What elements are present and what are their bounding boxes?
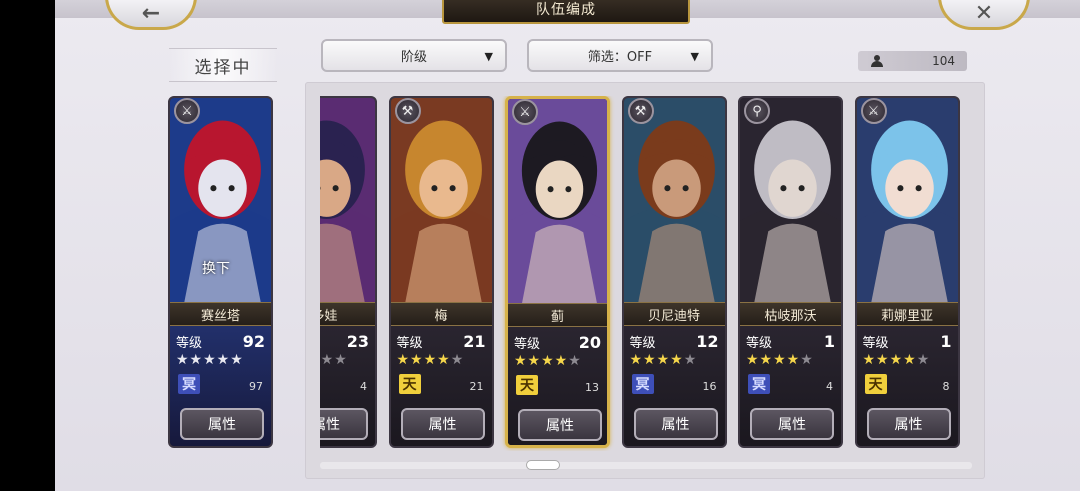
star-rating: ★★★★★: [514, 353, 582, 369]
star-rating: ★★★★★: [396, 352, 465, 368]
dropdown-arrow-icon: ▼: [690, 50, 699, 63]
character-portrait: [390, 98, 492, 303]
attribute-button[interactable]: 属性: [320, 408, 368, 440]
level-value: 1: [823, 332, 835, 351]
character-info: 等级 12 ★★★★★ 冥 16 属性: [623, 326, 725, 446]
character-name: 赛丝塔: [170, 302, 271, 326]
character-list[interactable]: 多娃级23★★★★★4属性⚒梅等级21★★★★★天21属性⚔蓟等级20★★★★★…: [320, 96, 975, 451]
swap-out-label: 换下: [202, 261, 230, 277]
character-portrait: [740, 98, 841, 303]
character-name: 蓟: [508, 303, 607, 327]
weapon-icon: ⚔: [512, 99, 538, 125]
unit-count: 104: [932, 54, 955, 68]
scrollbar-thumb[interactable]: [526, 460, 560, 470]
level-label: 等级: [396, 336, 423, 351]
back-button[interactable]: ←: [105, 0, 197, 30]
sub-value: 4: [360, 380, 367, 393]
current-member-card[interactable]: ⚔ 换下 赛丝塔 等级 92 ★★★★★ 冥 97 属性: [168, 96, 273, 448]
character-name: 枯岐那沃: [740, 302, 841, 326]
class-badge: 天: [516, 375, 538, 395]
character-name: 贝尼迪特: [623, 302, 725, 326]
character-info: 等级 21 ★★★★★ 天 21 属性: [390, 326, 492, 446]
star-rating: ★★★★★: [320, 352, 348, 368]
sub-value: 4: [826, 380, 833, 393]
weapon-icon: ⚔: [860, 98, 887, 124]
class-badge: 冥: [748, 374, 770, 394]
close-button[interactable]: ✕: [938, 0, 1030, 30]
character-portrait: [623, 98, 725, 303]
character-card[interactable]: ⚒ 梅等级 21 ★★★★★ 天 21 属性: [388, 96, 494, 448]
user-icon: [871, 55, 883, 67]
team-formation-screen: ← 队伍编成 ✕ 选择中 阶级 ▼ 筛选：OFF ▼ 104 多娃级23★★★★…: [55, 0, 1080, 491]
filter-label: 筛选：OFF: [587, 50, 653, 65]
attribute-button[interactable]: 属性: [518, 409, 602, 441]
rank-sort-dropdown[interactable]: 阶级 ▼: [321, 39, 507, 72]
weapon-icon: ⚲: [744, 98, 770, 124]
character-info: 等级 20 ★★★★★ 天 13 属性: [508, 327, 607, 445]
character-card[interactable]: ⚒ 贝尼迪特等级 12 ★★★★★ 冥 16 属性: [621, 96, 727, 448]
character-name: 莉娜里亚: [856, 302, 958, 326]
weapon-icon: ⚔: [174, 98, 200, 124]
sub-value: 21: [469, 380, 484, 393]
character-info: 等级 1 ★★★★★ 冥 4 属性: [740, 326, 841, 446]
weapon-icon: ⚒: [394, 98, 421, 124]
character-name: 多娃: [320, 302, 375, 326]
attribute-button[interactable]: 属性: [633, 408, 718, 440]
attribute-button[interactable]: 属性: [866, 408, 951, 440]
character-portrait: [856, 98, 958, 303]
level-label: 等级: [862, 336, 889, 351]
character-info: 等级 1 ★★★★★ 天 8 属性: [856, 326, 958, 446]
level-label: 等级: [746, 336, 773, 351]
class-badge: 冥: [178, 374, 200, 394]
character-card[interactable]: ⚔ 蓟等级 20 ★★★★★ 天 13 属性: [505, 96, 610, 448]
character-card[interactable]: 多娃级23★★★★★4属性: [320, 96, 377, 448]
level-value: 20: [578, 333, 601, 352]
level-value: 92: [242, 332, 265, 351]
character-portrait: [320, 98, 375, 303]
filter-dropdown[interactable]: 筛选：OFF ▼: [527, 39, 713, 72]
level-value: 23: [346, 332, 369, 351]
character-name: 梅: [390, 302, 492, 326]
level-value: 21: [463, 332, 486, 351]
star-rating: ★★★★★: [176, 352, 244, 368]
level-label: 等级: [514, 337, 541, 352]
sub-value: 97: [249, 380, 263, 393]
attribute-button[interactable]: 属性: [400, 408, 485, 440]
sub-value: 8: [942, 380, 950, 393]
star-rating: ★★★★★: [629, 352, 698, 368]
attribute-button[interactable]: 属性: [750, 408, 834, 440]
class-badge: 天: [398, 374, 421, 394]
character-portrait: [508, 99, 607, 304]
character-info: 等级 92 ★★★★★ 冥 97 属性: [170, 326, 271, 446]
character-info: 级23★★★★★4属性: [320, 326, 375, 446]
sub-value: 16: [702, 380, 717, 393]
weapon-icon: ⚒: [627, 98, 654, 124]
attribute-button[interactable]: 属性: [180, 408, 264, 440]
page-title: 队伍编成: [442, 0, 690, 24]
class-badge: 冥: [631, 374, 654, 394]
level-value: 1: [940, 332, 952, 351]
rank-sort-label: 阶级: [400, 50, 427, 65]
star-rating: ★★★★★: [862, 352, 931, 368]
character-card[interactable]: ⚲ 枯岐那沃等级 1 ★★★★★ 冥 4 属性: [738, 96, 843, 448]
level-label: 等级: [176, 336, 203, 351]
level-value: 12: [696, 332, 719, 351]
class-badge: 天: [864, 374, 887, 394]
scrollbar-track[interactable]: [320, 462, 972, 469]
close-icon: ✕: [974, 0, 994, 26]
back-arrow-icon: ←: [141, 0, 161, 26]
character-card[interactable]: ⚔ 莉娜里亚等级 1 ★★★★★ 天 8 属性: [854, 96, 960, 448]
level-label: 等级: [629, 336, 656, 351]
unit-count-box: 104: [858, 51, 967, 71]
star-rating: ★★★★★: [746, 352, 814, 368]
selecting-label: 选择中: [169, 48, 277, 82]
dropdown-arrow-icon: ▼: [484, 50, 493, 63]
sub-value: 13: [585, 381, 599, 394]
